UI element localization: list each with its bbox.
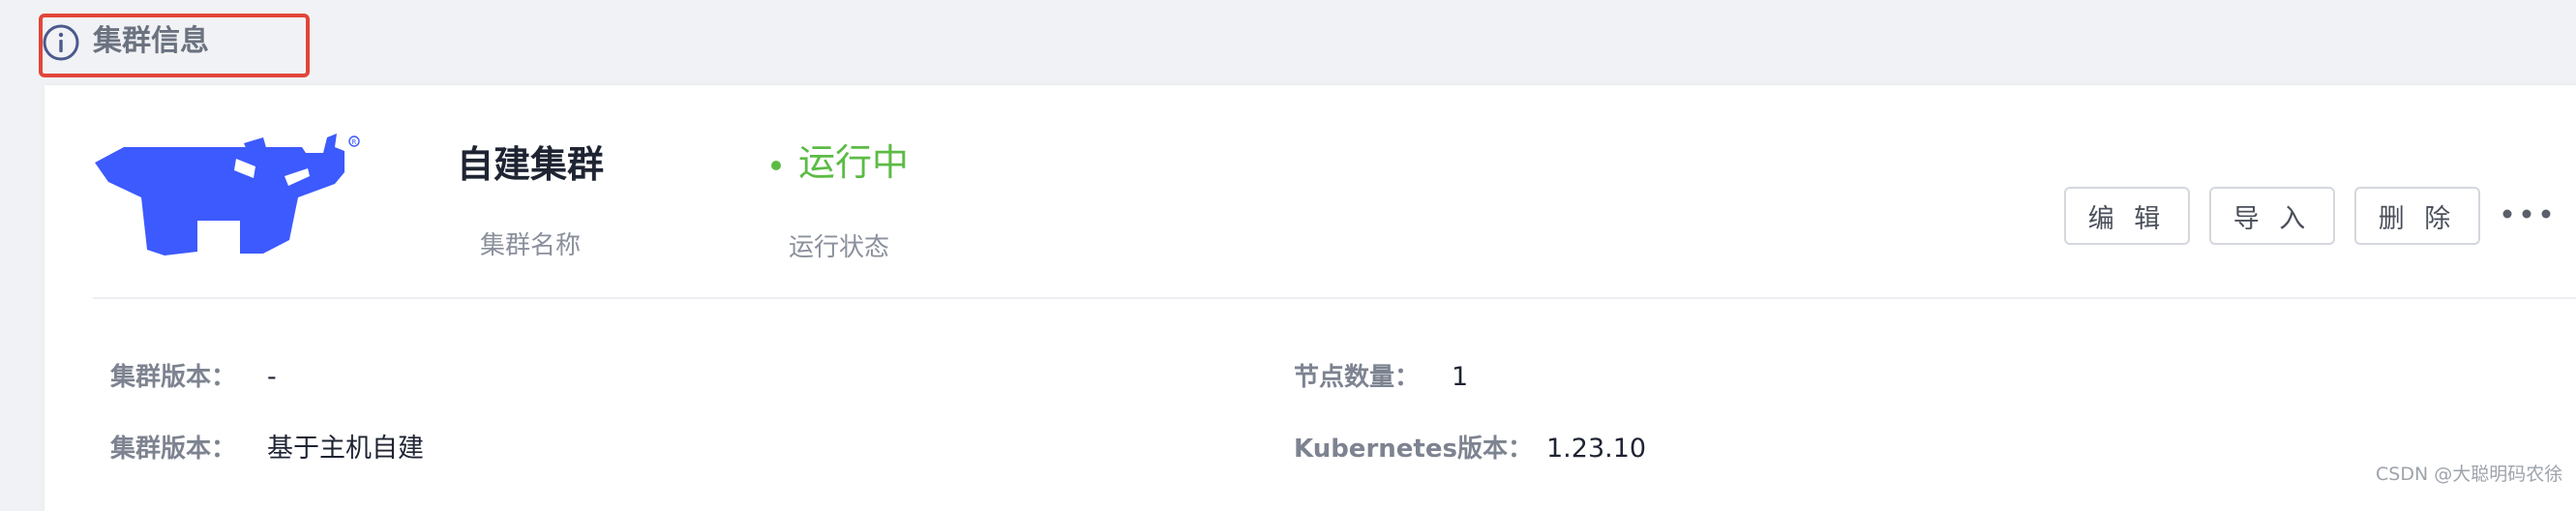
node-count-value: 1 — [1452, 362, 1469, 392]
info-icon — [43, 24, 79, 61]
cluster-version-label: 集群版本： — [110, 363, 237, 392]
rancher-logo: R — [95, 134, 360, 256]
node-count-label: 节点数量： — [1294, 363, 1421, 392]
status-dot — [771, 161, 781, 170]
watermark: CSDN @大聪明码农徐 — [2376, 464, 2563, 485]
cluster-build-label: 集群版本： — [110, 435, 237, 464]
cluster-name: 自建集群 — [457, 143, 605, 186]
more-dots-icon[interactable] — [2501, 201, 2552, 226]
card-divider — [93, 297, 2576, 299]
delete-button[interactable]: 删 除 — [2354, 187, 2480, 245]
status-label: 运行状态 — [789, 233, 890, 262]
section-title: 集群信息 — [93, 24, 209, 58]
status-value: 运行中 — [798, 141, 910, 184]
svg-text:R: R — [352, 138, 357, 146]
cluster-name-label: 集群名称 — [480, 231, 582, 260]
cluster-version-value: - — [267, 362, 277, 392]
cluster-build-value: 基于主机自建 — [267, 434, 424, 464]
kubernetes-version-label: Kubernetes版本： — [1294, 435, 1533, 464]
kubernetes-version-value: 1.23.10 — [1546, 434, 1647, 464]
import-button[interactable]: 导 入 — [2209, 187, 2335, 245]
edit-button[interactable]: 编 辑 — [2064, 187, 2190, 245]
